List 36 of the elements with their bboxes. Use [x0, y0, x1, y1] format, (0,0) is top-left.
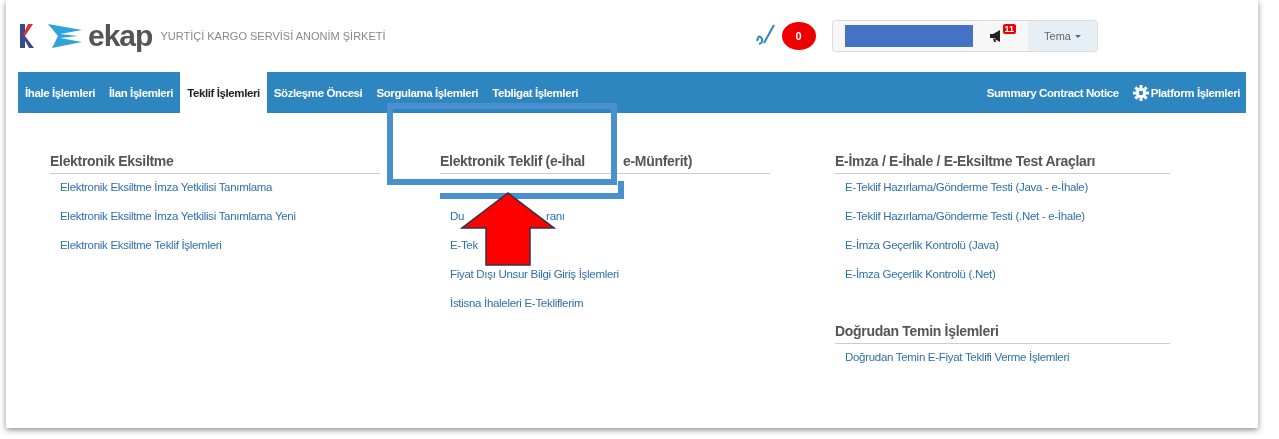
menu-link[interactable]: ranı	[546, 210, 565, 239]
nav-tab[interactable]: Sözleşme Öncesi	[266, 72, 370, 113]
heading-text: e-Münferit)	[623, 153, 693, 169]
heading-text: E-İmza / E-İhale / E-Eksiltme Test Araçları	[835, 153, 1096, 169]
menu-link[interactable]: E-Tek	[450, 239, 478, 268]
caret-icon	[1075, 34, 1081, 38]
nav-tab[interactable]: İhale İşlemleri	[18, 72, 103, 113]
logo-icon	[20, 24, 34, 48]
menu-link[interactable]: Fiyat Dışı Unsur Bilgi Giriş İşlemleri	[450, 268, 619, 297]
menu-link[interactable]: E-Teklif Hazırlama/Gönderme Testi (.Net - e-İhale)	[845, 210, 1085, 239]
wing-logo-icon	[48, 24, 82, 48]
menu-link[interactable]: E-İmza Geçerlik Kontrolü (.Net)	[845, 268, 996, 297]
nav-tab[interactable]: Sorgulama İşlemleri	[369, 72, 486, 113]
company-name: YURTİÇİ KARGO SERVİSİ ANONİM ŞİRKETİ	[160, 30, 386, 42]
menu-link[interactable]: Elektronik Eksiltme İmza Yetkilisi Tanımlama Yeni	[60, 210, 296, 239]
menu-link[interactable]: Doğrudan Temin E-Fiyat Teklifi Verme İşlemleri	[845, 351, 1070, 380]
menu-link[interactable]: Elektronik Eksiltme Teklif İşlemleri	[60, 239, 222, 268]
announcement-badge: 11	[1002, 24, 1017, 34]
nav-link[interactable]: Summary Contract Notice	[979, 72, 1126, 113]
menu-link[interactable]: İstisna İhaleleri E-Tekliflerim	[450, 297, 584, 326]
platform-menu[interactable]: Platform İşlemleri	[1125, 72, 1246, 113]
logo-text: ekap	[88, 19, 153, 53]
notification-badge[interactable]: 0	[781, 22, 816, 50]
menu-link[interactable]: E-İmza Geçerlik Kontrolü (Java)	[845, 239, 999, 268]
theme-dropdown[interactable]: Tema	[1028, 21, 1097, 51]
menu-link[interactable]: E-Teklif Hazırlama/Gönderme Testi (Java - e-İhale)	[845, 181, 1088, 210]
nav-tab[interactable]: Teklif İşlemleri	[180, 72, 267, 113]
heading-text: Doğrudan Temin İşlemleri	[835, 323, 999, 339]
menu-link[interactable]: Elektronik Eksiltme İmza Yetkilisi Tanımlama	[60, 181, 273, 210]
nav-tab[interactable]: İlan İşlemleri	[102, 72, 181, 113]
menu-link[interactable]: Du	[450, 210, 465, 239]
heading-text: Elektronik Teklif (e-İhal	[440, 153, 586, 169]
settings-icon	[1132, 84, 1149, 101]
megaphone-icon[interactable]	[988, 30, 1003, 42]
nav-tab[interactable]: Tebligat İşlemleri	[485, 72, 586, 113]
heading-text: Elektronik Eksiltme	[50, 153, 174, 169]
